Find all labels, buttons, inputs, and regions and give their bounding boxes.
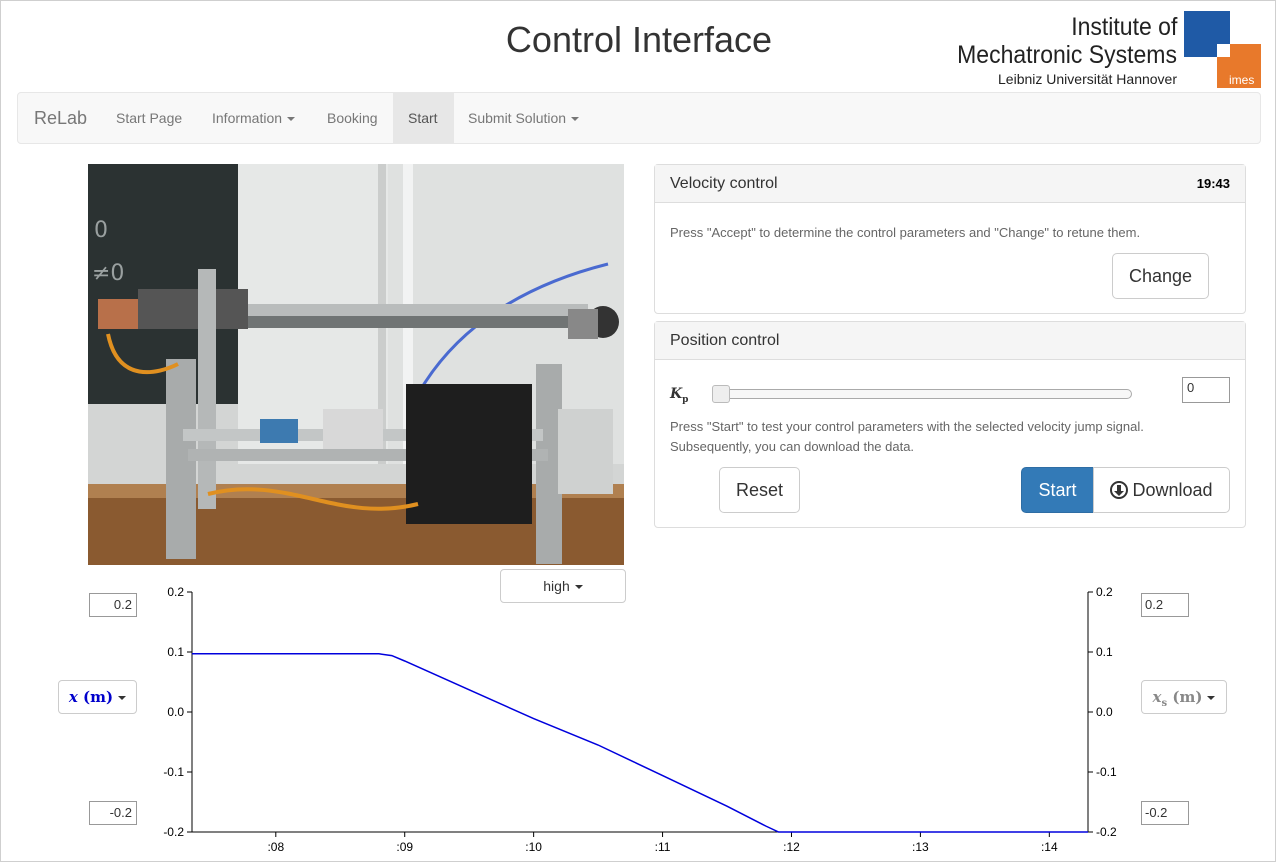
left-signal-unit: (m) xyxy=(83,688,114,706)
left-axis-min-input[interactable]: -0.2 xyxy=(89,801,137,825)
left-y-tick-label: -0.1 xyxy=(163,765,184,779)
right-signal-unit: (m) xyxy=(1172,688,1203,706)
nav-start-page[interactable]: Start Page xyxy=(101,93,197,143)
download-icon xyxy=(1110,481,1129,499)
logo-line-1: Institute of xyxy=(1070,13,1177,41)
svg-text:≠0: ≠0 xyxy=(92,261,124,286)
right-y-tick-label: 0.0 xyxy=(1096,705,1113,719)
kp-slider-track[interactable] xyxy=(712,389,1132,399)
logo-gap xyxy=(1217,44,1230,57)
navbar: ReLab Start Page Information Booking Sta… xyxy=(17,92,1261,144)
change-button[interactable]: Change xyxy=(1112,253,1209,299)
right-y-tick-label: -0.2 xyxy=(1096,825,1117,839)
right-axis-max-input[interactable]: 0.2 xyxy=(1141,593,1189,617)
institute-logo: Institute of Mechatronic Systems Leibniz… xyxy=(941,11,1263,91)
left-y-tick-label: 0.1 xyxy=(167,645,184,659)
right-y-tick-label: 0.2 xyxy=(1096,585,1113,599)
position-instructions-2: Subsequently, you can download the data. xyxy=(670,439,915,454)
nav-start[interactable]: Start xyxy=(393,93,454,143)
x-tick-label: :13 xyxy=(912,840,929,854)
series-line-x xyxy=(192,653,1088,833)
x-tick-label: :08 xyxy=(267,840,284,854)
start-button[interactable]: Start xyxy=(1021,467,1094,513)
right-y-tick-label: 0.1 xyxy=(1096,645,1113,659)
nav-booking[interactable]: Booking xyxy=(312,93,393,143)
left-signal-var: x xyxy=(68,688,78,706)
position-control-panel: Position control Kp 0 Press "Start" to t… xyxy=(654,321,1246,528)
left-y-tick-label: 0.2 xyxy=(167,585,184,599)
right-signal-selector[interactable]: xs (m) xyxy=(1141,680,1227,714)
caret-down-icon xyxy=(571,117,580,122)
right-axis-min-input[interactable]: -0.2 xyxy=(1141,801,1189,825)
reset-button[interactable]: Reset xyxy=(719,467,800,513)
right-signal-sub: s xyxy=(1161,698,1168,709)
logo-mark: imes xyxy=(1229,73,1255,87)
kp-value-input[interactable]: 0 xyxy=(1182,377,1230,403)
velocity-control-panel: Velocity control 19:43 Press "Accept" to… xyxy=(654,164,1246,314)
right-signal-var: x xyxy=(1152,688,1162,706)
left-axis-max-input[interactable]: 0.2 xyxy=(89,593,137,617)
nav-booking-label: Booking xyxy=(327,110,378,126)
velocity-panel-heading: Velocity control 19:43 xyxy=(655,165,1245,203)
left-y-tick-label: -0.2 xyxy=(163,825,184,839)
nav-submit-solution[interactable]: Submit Solution xyxy=(453,93,594,143)
velocity-instructions: Press "Accept" to determine the control … xyxy=(670,225,1141,240)
nav-information[interactable]: Information xyxy=(197,93,310,143)
logo-line-3: Leibniz Universität Hannover xyxy=(998,71,1177,87)
velocity-panel-title: Velocity control xyxy=(670,175,778,192)
kp-slider-handle[interactable] xyxy=(712,385,730,403)
left-y-tick-label: 0.0 xyxy=(167,705,184,719)
caret-down-icon xyxy=(1207,696,1216,700)
nav-start-label: Start xyxy=(408,110,438,126)
position-chart: 0.2 0.2 0.1 0.1 0.0 0.0 -0.1 -0.1 -0.2 -0.2 :08 :09… xyxy=(163,585,1117,854)
camera-stream: 0 ≠0 xyxy=(88,164,624,565)
x-tick-label: :12 xyxy=(783,840,800,854)
position-panel-title: Position control xyxy=(670,332,780,349)
position-instructions-1: Press "Start" to test your control param… xyxy=(670,419,1144,434)
left-signal-selector[interactable]: x (m) xyxy=(58,680,137,714)
x-tick-label: :11 xyxy=(655,840,671,854)
kp-subscript: p xyxy=(682,394,689,405)
camera-stream-image: 0 ≠0 xyxy=(88,164,624,565)
session-timer: 19:43 xyxy=(1196,176,1230,191)
kp-symbol: K xyxy=(670,386,683,402)
download-button[interactable]: Download xyxy=(1093,467,1230,513)
navbar-brand[interactable]: ReLab xyxy=(34,108,87,129)
nav-submit-solution-label: Submit Solution xyxy=(468,110,567,126)
caret-down-icon xyxy=(287,117,296,122)
kp-label: Kp xyxy=(670,386,688,405)
x-tick-label: :14 xyxy=(1041,840,1058,854)
nav-information-label: Information xyxy=(212,110,283,126)
position-panel-heading: Position control xyxy=(655,322,1245,360)
logo-line-2: Mechatronic Systems xyxy=(957,41,1177,69)
right-y-tick-label: -0.1 xyxy=(1096,765,1117,779)
x-tick-label: :09 xyxy=(396,840,413,854)
svg-text:0: 0 xyxy=(94,218,108,243)
caret-down-icon xyxy=(118,696,127,700)
nav-start-page-label: Start Page xyxy=(116,110,183,126)
x-tick-label: :10 xyxy=(525,840,542,854)
download-label: Download xyxy=(1132,480,1213,500)
